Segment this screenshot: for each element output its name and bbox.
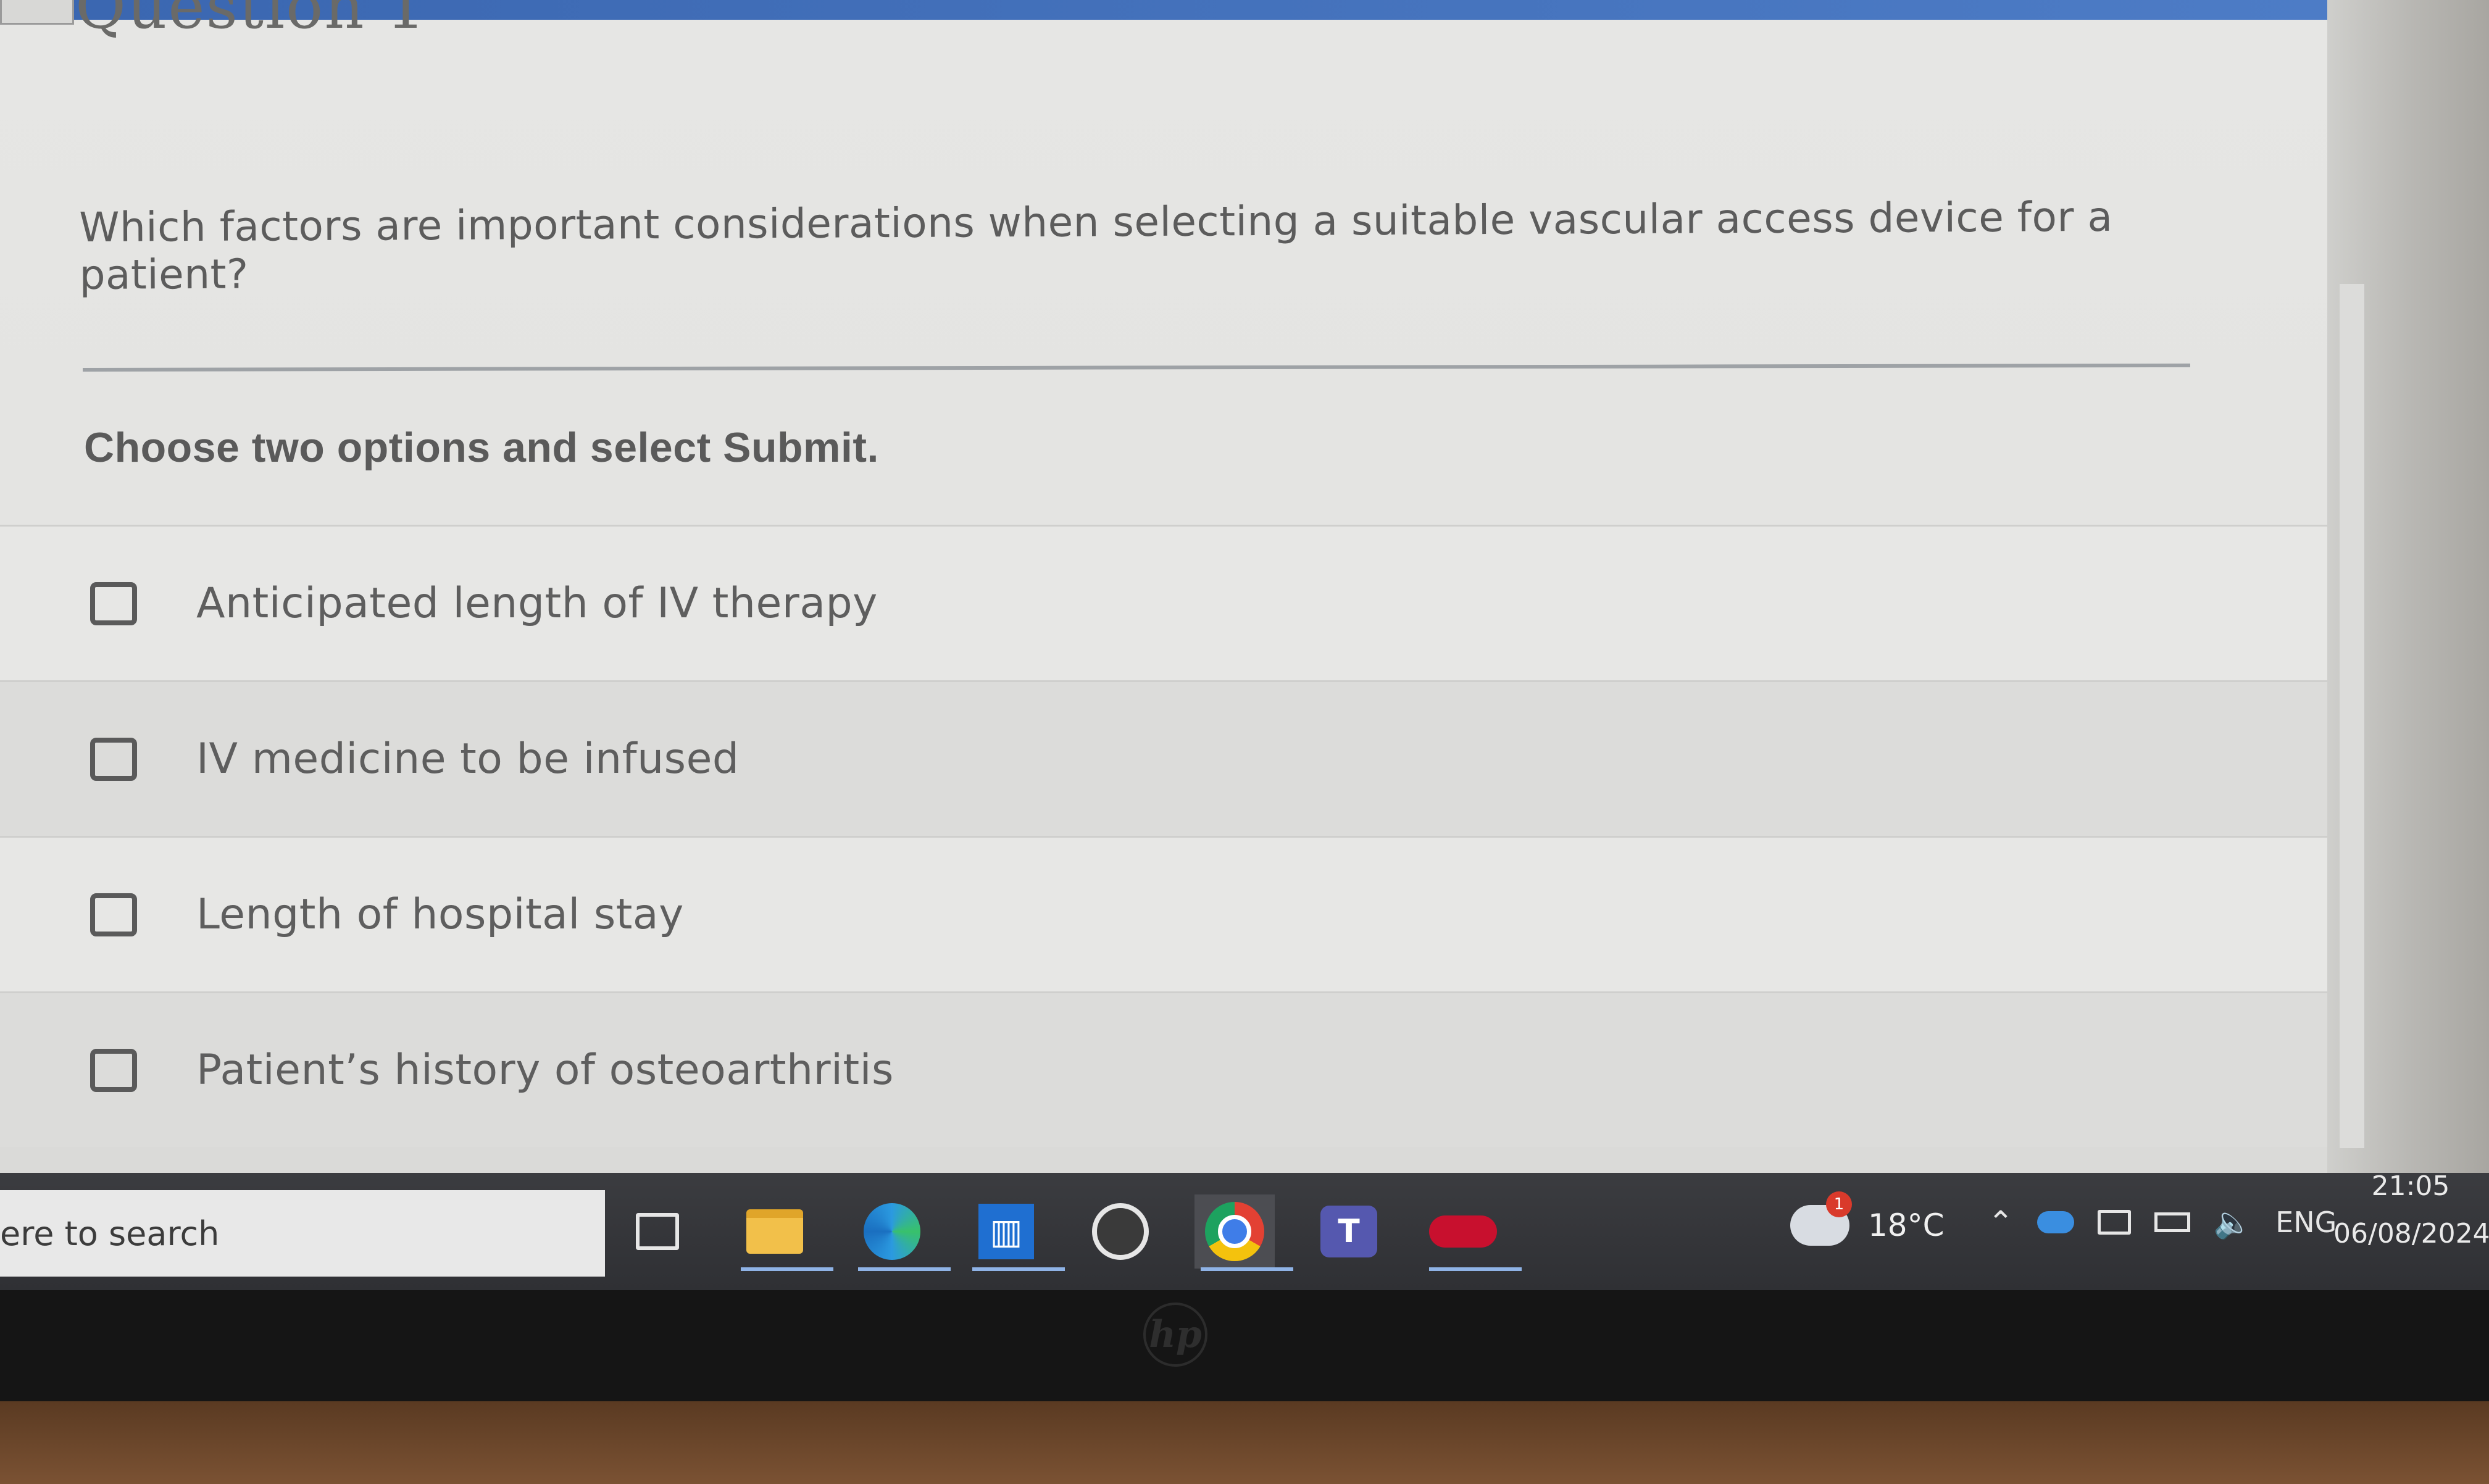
option-row[interactable]: Anticipated length of IV therapy xyxy=(0,525,2327,680)
chart-app-button[interactable]: ▥ xyxy=(966,1194,1065,1271)
option-row[interactable]: IV medicine to be infused xyxy=(0,680,2327,836)
clock-date: 06/08/2024 xyxy=(2333,1218,2489,1249)
option-label: Length of hospital stay xyxy=(196,890,684,939)
laptop-bezel xyxy=(0,1290,2489,1401)
edge-button[interactable] xyxy=(852,1194,951,1271)
language-indicator[interactable]: ENG xyxy=(2275,1206,2337,1239)
task-view-icon xyxy=(636,1213,679,1250)
checkbox-option-1[interactable] xyxy=(90,582,137,625)
question-heading: Question 1 xyxy=(75,0,427,43)
edge-icon xyxy=(864,1203,920,1260)
question-text: Which factors are important consideratio… xyxy=(79,193,2113,299)
running-indicator xyxy=(972,1267,1065,1271)
option-label: Anticipated length of IV therapy xyxy=(196,579,878,628)
clock-app-button[interactable] xyxy=(1080,1194,1161,1269)
option-row[interactable]: Length of hospital stay xyxy=(0,836,2327,991)
running-indicator xyxy=(1429,1267,1522,1271)
teams-icon: T xyxy=(1320,1206,1377,1257)
running-indicator xyxy=(1201,1267,1293,1271)
search-placeholder: ere to search xyxy=(0,1214,220,1253)
checkbox-option-3[interactable] xyxy=(90,893,137,936)
system-clock[interactable]: 21:05 06/08/2024 xyxy=(2333,1167,2489,1249)
desk-surface xyxy=(0,1401,2489,1484)
weather-icon: 1 xyxy=(1790,1191,1852,1246)
option-label: Patient’s history of osteoarthritis xyxy=(196,1046,894,1094)
chrome-icon xyxy=(1205,1202,1264,1261)
chart-app-icon: ▥ xyxy=(978,1204,1034,1259)
onedrive-icon[interactable] xyxy=(2037,1211,2074,1233)
red-app-button[interactable] xyxy=(1423,1194,1522,1271)
chrome-button[interactable] xyxy=(1194,1194,1293,1271)
clock-time: 21:05 xyxy=(2371,1170,2450,1202)
checkbox-option-4[interactable] xyxy=(90,1048,137,1092)
running-indicator xyxy=(858,1267,951,1271)
checkbox-option-2[interactable] xyxy=(90,737,137,781)
network-icon[interactable] xyxy=(2097,1210,2131,1235)
teams-button[interactable]: T xyxy=(1309,1194,1389,1269)
chevron-up-icon[interactable]: ⌃ xyxy=(1988,1204,2014,1240)
option-label: IV medicine to be infused xyxy=(196,735,740,783)
task-view-button[interactable] xyxy=(617,1194,698,1269)
instruction-text: Choose two options and select Submit. xyxy=(84,424,879,471)
file-explorer-icon xyxy=(746,1209,803,1254)
battery-icon[interactable] xyxy=(2154,1212,2190,1232)
weather-temperature: 18°C xyxy=(1868,1207,1945,1243)
divider xyxy=(83,363,2191,372)
taskbar-search-input[interactable]: ere to search xyxy=(0,1190,605,1277)
quiz-screen: Question 1 Which factors are important c… xyxy=(0,0,2327,1173)
scrollbar[interactable] xyxy=(2340,284,2364,1148)
hp-logo: hp xyxy=(1143,1303,1207,1367)
clock-app-icon xyxy=(1092,1203,1149,1260)
running-indicator xyxy=(741,1267,833,1271)
weather-widget[interactable]: 1 18°C xyxy=(1790,1191,1945,1259)
weather-badge: 1 xyxy=(1826,1191,1852,1217)
top-tab[interactable] xyxy=(0,0,74,25)
system-tray: ⌃ 🔈 ENG xyxy=(1988,1198,2337,1247)
red-app-icon xyxy=(1429,1215,1497,1248)
options-list: Anticipated length of IV therapy IV medi… xyxy=(0,525,2327,1147)
option-row[interactable]: Patient’s history of osteoarthritis xyxy=(0,991,2327,1147)
file-explorer-button[interactable] xyxy=(735,1194,833,1271)
volume-icon[interactable]: 🔈 xyxy=(2214,1204,2252,1241)
